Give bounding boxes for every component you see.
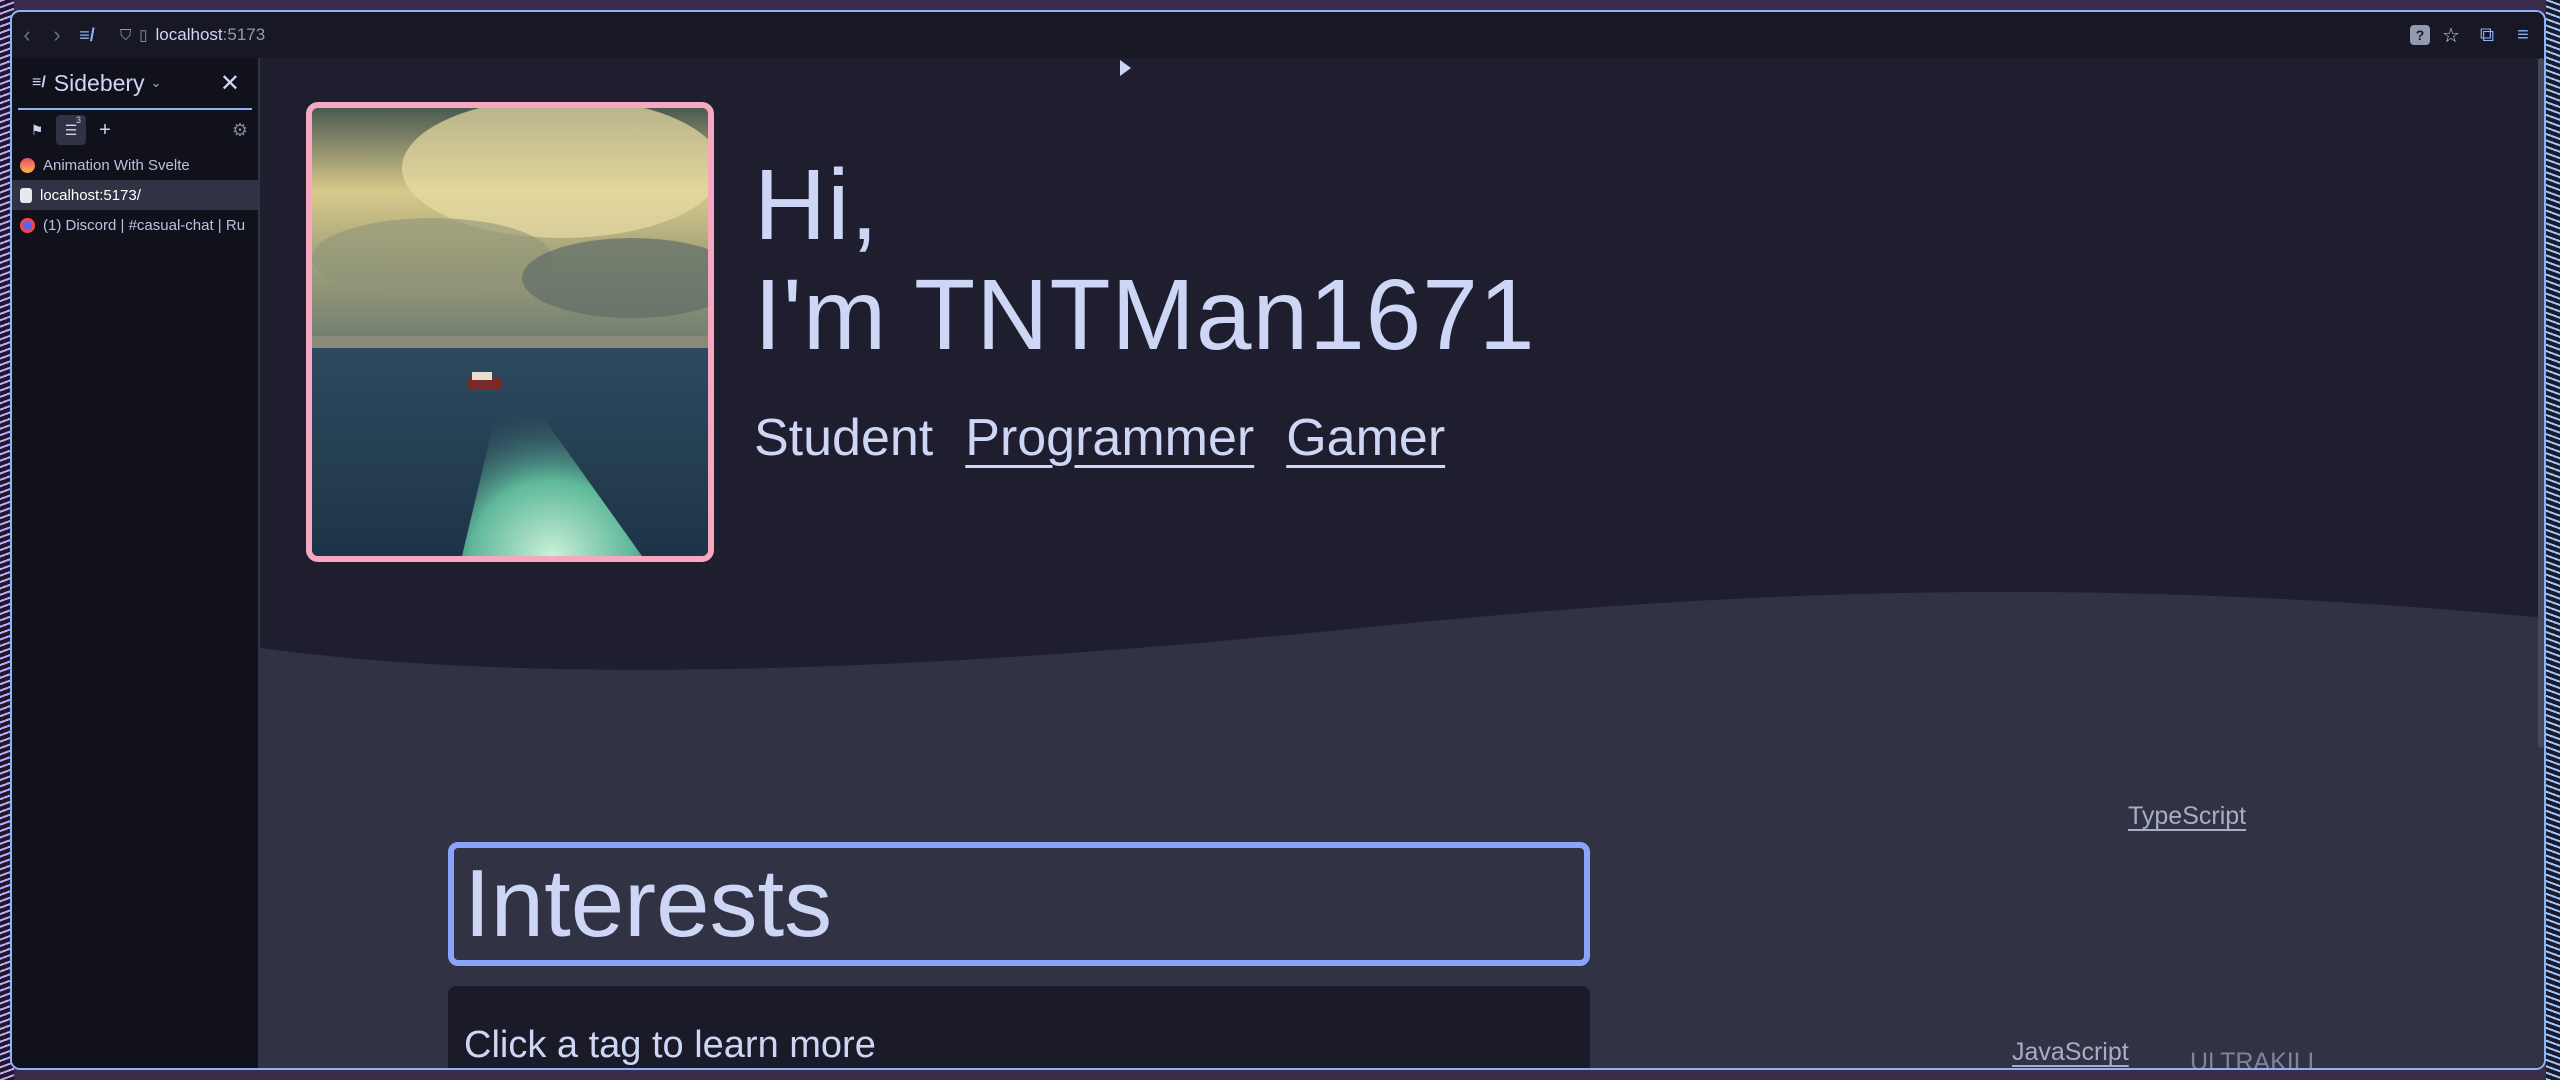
sidebar-header: ≡/ Sidebery ⌄ ✕ [18,58,252,110]
interests-hint: Click a tag to learn more [464,1024,876,1066]
role-gamer-link[interactable]: Gamer [1286,408,1445,468]
star-icon[interactable]: ☆ [2436,20,2466,50]
browser-toolbar: ‹ › ≡/ ⛉ ▯ localhost:5173 ? ☆ ⧉ ≡ [12,12,2544,58]
tabs-panel-icon[interactable]: ☰ 3 [56,115,86,145]
sidebar-tab[interactable]: localhost:5173/ [12,180,258,210]
greeting-line-1: Hi, [754,149,880,261]
sidebar-title[interactable]: Sidebery [54,70,145,97]
role-programmer-link[interactable]: Programmer [965,408,1254,468]
page-scrollbar[interactable] [2538,58,2544,748]
tag-typescript[interactable]: TypeScript [2128,802,2246,831]
greeting-line-2: I'm TNTMan1671 [754,259,1536,371]
discord-favicon-icon [20,217,35,233]
url-text[interactable]: localhost:5173 [156,25,266,45]
profile-photo [306,102,714,562]
tab-count-badge: 3 [75,115,81,125]
interests-info-box: Click a tag to learn more [448,986,1590,1068]
bookmarks-panel-icon[interactable]: ⚑ [22,115,52,145]
role-list: Student Programmer Gamer [754,408,1445,468]
url-bar[interactable]: ⛉ ▯ localhost:5173 [120,25,265,45]
shield-icon[interactable]: ⛉ [120,27,131,44]
sidebery-logo-icon: ≡/ [32,74,46,91]
sidebar-panel-bar: ⚑ ☰ 3 + ⚙ [12,110,258,150]
forward-icon[interactable]: › [42,20,72,50]
sidebar-tab-label: localhost:5173/ [40,186,141,204]
extensions-icon[interactable]: ⧉ [2472,20,2502,50]
add-panel-icon[interactable]: + [90,119,120,142]
role-student: Student [754,409,934,467]
gear-icon[interactable]: ⚙ [232,120,248,141]
sidebar-tab-label: (1) Discord | #casual-chat | Ru [43,216,246,234]
hero-greeting: Hi, I'm TNTMan1671 [754,150,1536,370]
chevron-down-icon[interactable]: ⌄ [151,75,162,91]
help-icon[interactable]: ? [2410,25,2430,45]
sea-landscape-image [312,108,708,556]
page-icon: ▯ [139,27,148,44]
back-icon[interactable]: ‹ [12,20,42,50]
sidebar-tab[interactable]: (1) Discord | #casual-chat | Ru [12,210,258,240]
browser-window: ‹ › ≡/ ⛉ ▯ localhost:5173 ? ☆ ⧉ ≡ ≡/ Sid… [10,10,2546,1070]
close-icon[interactable]: ✕ [220,69,240,98]
sidebar-tab-label: Animation With Svelte [43,156,190,174]
sidebery-icon[interactable]: ≡/ [72,20,102,50]
tag-javascript[interactable]: JavaScript [2012,1038,2129,1067]
interests-heading: Interests [448,842,1590,966]
menu-icon[interactable]: ≡ [2508,20,2538,50]
sidebar-tab-list: Animation With Svelte localhost:5173/ (1) … [12,150,258,240]
sidebar-tab[interactable]: Animation With Svelte [12,150,258,180]
page-content: Hi, I'm TNTMan1671 Student Programmer Ga… [260,58,2544,1068]
mouse-cursor-icon [1120,60,1131,76]
svelte-favicon-icon [20,157,35,173]
page-favicon-icon [20,187,32,203]
sidebery-sidebar: ≡/ Sidebery ⌄ ✕ ⚑ ☰ 3 + ⚙ Animation With … [12,58,260,1068]
tag-ultrakill[interactable]: ULTRAKILL [2190,1048,2322,1068]
desktop-wallpaper-right [2546,0,2560,1080]
